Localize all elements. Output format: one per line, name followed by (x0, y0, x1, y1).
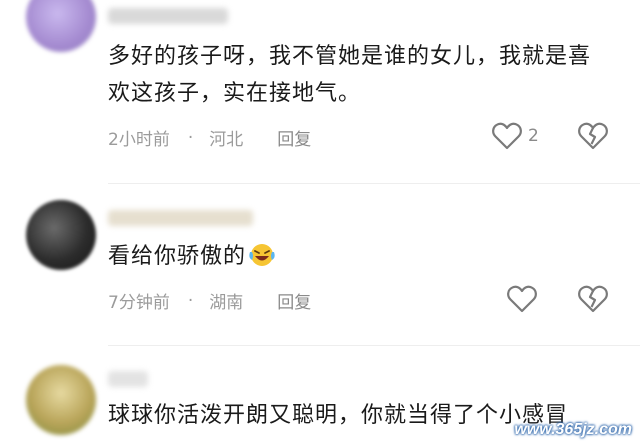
like-count: 2 (528, 126, 539, 146)
comment-text-line: 看给你骄傲的 (108, 244, 247, 269)
broken-heart-icon (578, 122, 608, 150)
broken-heart-icon (578, 285, 608, 313)
comment-text: 多好的孩子呀，我不管她是谁的女儿，我就是喜 欢这孩子，实在接地气。 (108, 38, 618, 112)
dislike-button[interactable] (578, 285, 608, 313)
divider (108, 345, 640, 346)
avatar[interactable] (26, 365, 96, 435)
separator-dot: · (187, 127, 194, 148)
heart-outline-icon (492, 122, 522, 150)
separator-dot: · (187, 290, 194, 311)
username-blurred[interactable] (108, 371, 148, 387)
reply-button[interactable]: 回复 (277, 125, 311, 150)
comment-location: 湖南 (209, 293, 244, 313)
comment-text-line: 球球你活泼开朗又聪明，你就当得了个小感冒 (108, 403, 569, 428)
comment-time: 2小时前 (108, 130, 170, 150)
comment-location: 河北 (209, 130, 244, 150)
comment-meta: 2小时前 · 河北 回复 (108, 125, 311, 151)
comment-meta: 7分钟前 · 湖南 回复 (108, 288, 311, 314)
username-blurred[interactable] (108, 8, 228, 24)
like-button[interactable] (507, 285, 537, 313)
username-blurred[interactable] (108, 210, 253, 226)
heart-outline-icon (507, 285, 537, 313)
avatar[interactable] (26, 0, 96, 52)
divider (108, 183, 640, 184)
laughing-crying-emoji (248, 242, 276, 280)
comment-text-line: 欢这孩子，实在接地气。 (108, 81, 362, 106)
like-button[interactable]: 2 (492, 122, 539, 150)
comment-text-line: 多好的孩子呀，我不管她是谁的女儿，我就是喜 (108, 44, 592, 69)
comment-time: 7分钟前 (108, 293, 170, 313)
reply-button[interactable]: 回复 (277, 288, 311, 313)
watermark: www.365jz.com (514, 421, 632, 438)
dislike-button[interactable] (578, 122, 608, 150)
avatar[interactable] (26, 200, 96, 270)
comment-text: 看给你骄傲的 (108, 238, 618, 280)
